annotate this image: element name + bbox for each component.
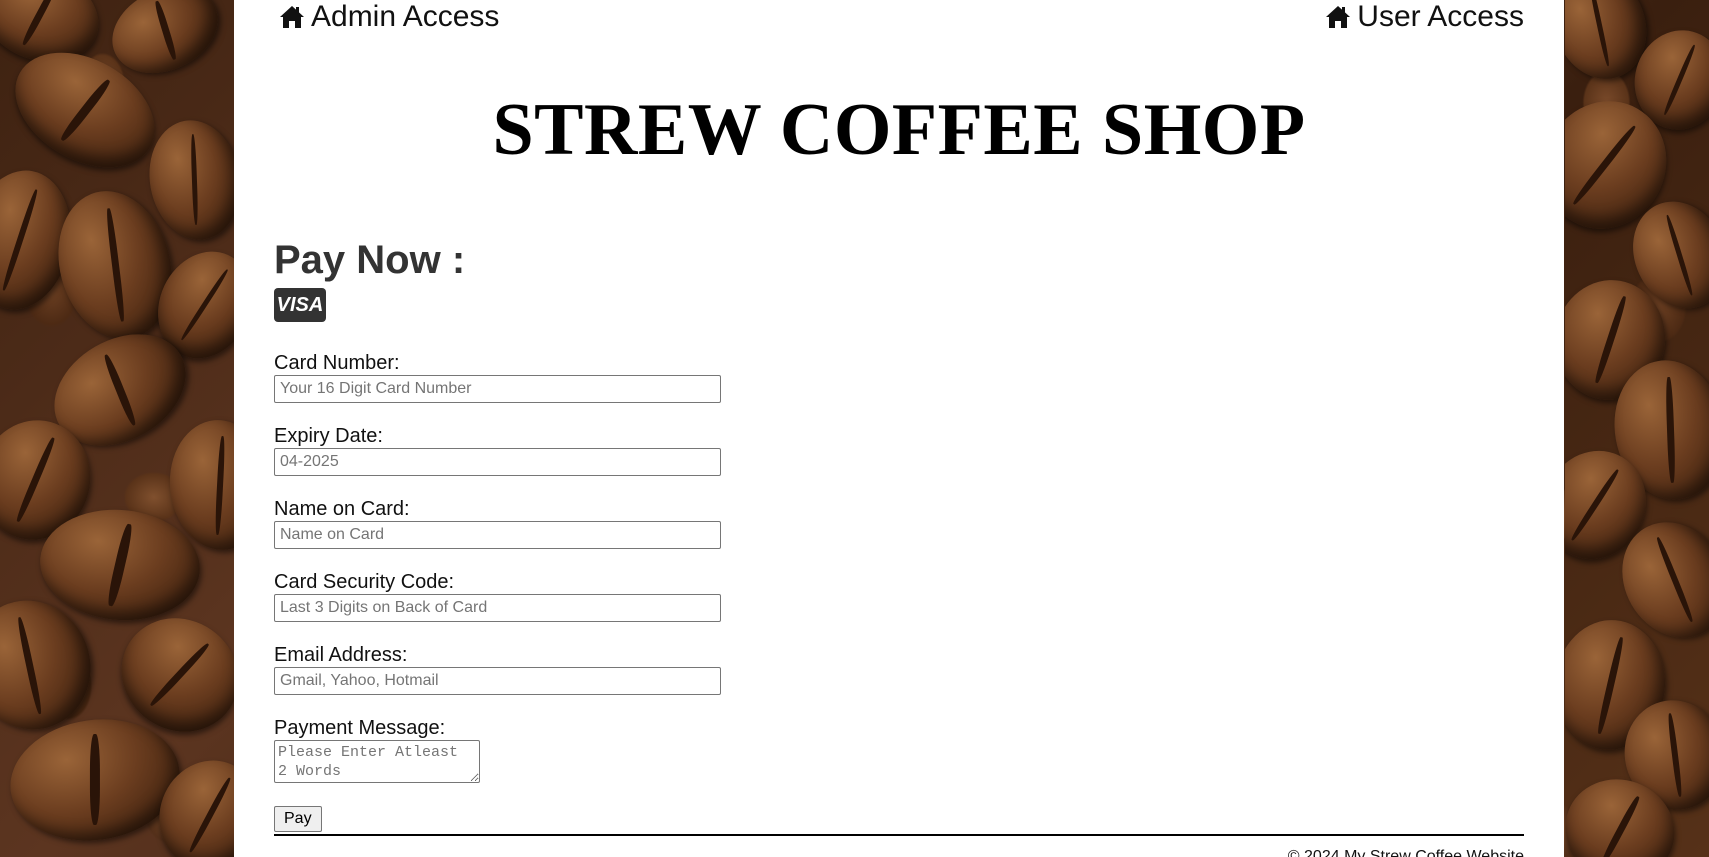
name-on-card-label: Name on Card: [274,498,410,520]
expiry-date-group: Expiry Date: [274,425,874,476]
card-number-input[interactable] [274,375,721,403]
email-label: Email Address: [274,644,408,666]
coffee-bean-background-right [1565,0,1709,857]
footer-divider [274,834,1524,836]
email-group: Email Address: [274,644,874,695]
security-code-input[interactable] [274,594,721,622]
coffee-bean-background-left [0,0,234,857]
main-content-panel: Admin Access User Access STREW COFFEE SH… [234,0,1564,857]
expiry-date-input[interactable] [274,448,721,476]
payment-message-group: Payment Message: [274,717,874,788]
card-number-label: Card Number: [274,352,400,374]
name-on-card-input[interactable] [274,521,721,549]
home-icon [280,6,304,28]
pay-button[interactable]: Pay [274,806,322,832]
user-access-link[interactable]: User Access [1325,0,1524,34]
security-code-label: Card Security Code: [274,571,455,593]
security-code-group: Card Security Code: [274,571,874,622]
payment-form: Pay Now : VISA Card Number: Expiry Date:… [274,236,874,832]
expiry-date-label: Expiry Date: [274,425,383,447]
name-on-card-group: Name on Card: [274,498,874,549]
site-title: STREW COFFEE SHOP [492,89,1306,171]
pay-now-heading: Pay Now : [274,238,466,282]
payment-message-textarea[interactable] [274,740,480,783]
home-icon [1326,6,1351,28]
email-input[interactable] [274,667,721,695]
visa-card-icon: VISA [274,288,326,322]
user-access-label: User Access [1357,0,1524,33]
payment-message-label: Payment Message: [274,717,446,739]
footer-copyright: © 2024 My Strew Coffee Website [1287,848,1524,857]
admin-access-label: Admin Access [311,0,500,33]
card-number-group: Card Number: [274,352,874,403]
admin-access-link[interactable]: Admin Access [279,0,499,34]
